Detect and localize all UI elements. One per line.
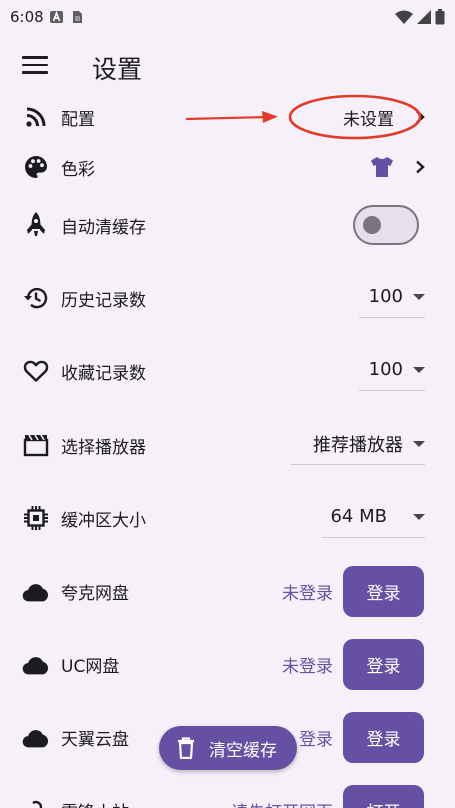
setting-label: 天翼云盘 [61, 730, 129, 750]
dropdown-value: 100 [368, 286, 403, 307]
auto-clear-toggle[interactable] [353, 205, 419, 245]
setting-row-player: 选择播放器 推荐播放器 [0, 423, 455, 467]
cloud-icon [22, 724, 50, 752]
cellular-signal-icon [417, 10, 431, 24]
login-status: 未登录 [282, 584, 333, 604]
dropdown-arrow-icon [413, 293, 425, 300]
login-status: 登录 [299, 730, 333, 750]
setting-row-history: 历史记录数 100 [0, 276, 455, 320]
setting-label: 色彩 [61, 159, 95, 180]
clear-cache-fab[interactable]: 清空缓存 [159, 726, 297, 770]
login-status: 请先打开网页 [231, 798, 333, 808]
setting-label: UC网盘 [61, 657, 120, 677]
player-dropdown[interactable]: 推荐播放器 [291, 423, 425, 465]
setting-label: 选择播放器 [61, 437, 146, 458]
dropdown-arrow-icon [413, 513, 425, 520]
login-status: 未登录 [282, 657, 333, 677]
app-bar: 设置 [0, 40, 455, 94]
app-a-icon [49, 10, 63, 23]
setting-row-config[interactable]: 配置 未设置 [0, 97, 455, 137]
setting-row-color[interactable]: 色彩 [0, 147, 455, 187]
dropdown-arrow-icon [413, 440, 425, 447]
setting-label: 收藏记录数 [61, 363, 146, 384]
palette-icon [22, 153, 50, 181]
config-value: 未设置 [343, 109, 394, 130]
battery-icon [435, 9, 445, 25]
rss-icon [22, 103, 50, 131]
buffer-size-dropdown[interactable]: 64 MB [322, 496, 425, 538]
dropdown-value: 推荐播放器 [313, 434, 403, 456]
setting-label: 缓冲区大小 [61, 510, 146, 531]
sim-card-icon [72, 11, 82, 23]
setting-row-buffer: 缓冲区大小 64 MB [0, 496, 455, 540]
setting-row-partial: 雷锋小站 请先打开网页 打开 [0, 785, 455, 808]
link-icon [22, 797, 50, 808]
chevron-right-icon [416, 110, 425, 124]
setting-row-quark-drive: 夸克网盘 未登录 登录 [0, 566, 455, 617]
uc-login-button[interactable]: 登录 [343, 639, 424, 690]
setting-label: 自动清缓存 [61, 217, 146, 238]
setting-label: 夸克网盘 [61, 584, 129, 604]
setting-label: 历史记录数 [61, 290, 146, 311]
setting-row-uc-drive: UC网盘 未登录 登录 [0, 639, 455, 690]
trash-icon [178, 737, 194, 759]
dropdown-arrow-icon [413, 366, 425, 373]
dropdown-value: 100 [368, 359, 403, 380]
setting-label: 雷锋小站 [61, 798, 129, 808]
menu-icon[interactable] [22, 56, 48, 76]
page-title: 设置 [92, 55, 143, 84]
fab-label: 清空缓存 [209, 740, 277, 761]
wifi-icon [395, 10, 413, 24]
clapperboard-icon [22, 431, 50, 459]
cloud-icon [22, 651, 50, 679]
setting-label: 配置 [61, 109, 95, 130]
status-time: 6:08 [10, 8, 44, 26]
chevron-right-icon [416, 160, 425, 174]
dropdown-value: 64 MB [330, 506, 387, 527]
history-icon [22, 284, 50, 312]
setting-row-favorites: 收藏记录数 100 [0, 349, 455, 393]
cloud-icon [22, 578, 50, 606]
heart-icon [22, 357, 50, 385]
history-count-dropdown[interactable]: 100 [359, 276, 425, 318]
tshirt-icon [371, 157, 393, 177]
open-webpage-button[interactable]: 打开 [343, 785, 424, 808]
setting-row-auto-clear: 自动清缓存 [0, 203, 455, 247]
tianyi-login-button[interactable]: 登录 [343, 712, 424, 763]
favorites-count-dropdown[interactable]: 100 [359, 349, 425, 391]
rocket-icon [22, 211, 50, 239]
toggle-knob [363, 215, 381, 234]
quark-login-button[interactable]: 登录 [343, 566, 424, 617]
status-bar: 6:08 [0, 0, 455, 34]
memory-chip-icon [22, 504, 50, 532]
